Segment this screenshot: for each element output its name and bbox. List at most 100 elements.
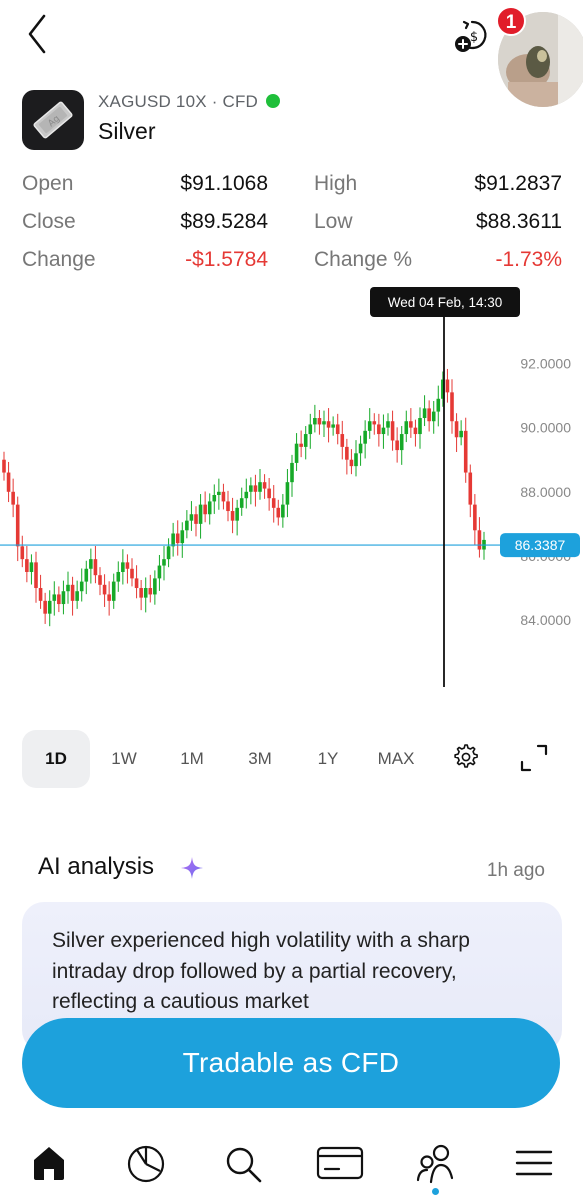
candle-body <box>6 472 11 492</box>
price-alert-button[interactable]: $ <box>452 16 494 56</box>
candle-body <box>217 491 221 495</box>
ai-analysis-time: 1h ago <box>486 860 545 881</box>
range-1m[interactable]: 1M <box>158 730 226 788</box>
candle-body <box>313 418 317 425</box>
stats-row-open-high: Open $91.1068 High $91.2837 <box>22 172 562 210</box>
current-price-tag: 86.3387 <box>500 533 580 558</box>
change-percent-label: Change % <box>314 248 413 271</box>
candle-body <box>29 562 34 572</box>
candle-body <box>326 421 331 428</box>
candle-body <box>171 533 175 547</box>
candle-body <box>308 424 313 435</box>
candle-body <box>267 488 271 499</box>
menu-icon <box>515 1150 553 1176</box>
candle-body <box>459 430 463 438</box>
y-tick-label: 84.0000 <box>520 612 571 628</box>
candle-body <box>340 434 345 447</box>
active-tab-indicator <box>432 1188 439 1195</box>
candle-body <box>61 591 66 605</box>
candle-body <box>15 504 20 547</box>
candle-body <box>148 588 153 595</box>
crosshair-tooltip: Wed 04 Feb, 14:30 <box>370 287 520 317</box>
nav-home[interactable] <box>24 1138 74 1188</box>
candle-body <box>111 581 116 601</box>
range-1d[interactable]: 1D <box>22 730 90 788</box>
nav-cards[interactable] <box>315 1138 365 1188</box>
candle-body <box>431 411 436 422</box>
y-tick-label: 92.0000 <box>520 355 571 371</box>
silver-logo: Ag <box>22 90 84 150</box>
candle-body <box>66 584 70 592</box>
candle-body <box>450 392 454 422</box>
y-tick-label: 88.0000 <box>520 484 571 500</box>
candle-body <box>93 559 98 576</box>
candle-body <box>143 588 148 598</box>
candle-body <box>418 418 422 435</box>
close-label: Close <box>22 210 76 233</box>
open-value: $91.1068 <box>180 172 268 195</box>
candle-body <box>230 511 235 521</box>
candle-body <box>134 578 139 589</box>
portfolio-pie-icon <box>127 1145 165 1183</box>
candle-body <box>130 568 134 579</box>
chevron-left-icon <box>28 14 46 54</box>
candle-body <box>194 514 198 524</box>
range-1y[interactable]: 1Y <box>294 730 362 788</box>
price-alert-icon: $ <box>455 20 487 52</box>
candle-body <box>377 424 381 435</box>
fullscreen-button[interactable] <box>520 744 548 772</box>
price-chart[interactable]: 92.000090.000088.000086.000084.0000 86.3… <box>0 285 583 700</box>
chart-settings-button[interactable] <box>450 742 480 772</box>
candle-body <box>11 491 15 505</box>
back-button[interactable] <box>18 12 58 56</box>
candle-body <box>367 421 372 431</box>
candle-body <box>70 584 75 601</box>
notification-badge: 1 <box>496 6 526 36</box>
candle-body <box>47 600 52 614</box>
candle-body <box>189 514 194 521</box>
candlestick-chart[interactable]: 92.000090.000088.000086.000084.0000 86.3… <box>0 285 583 700</box>
candle-body <box>57 594 61 605</box>
range-1w[interactable]: 1W <box>90 730 158 788</box>
ai-analysis-text: Silver experienced high volatility with … <box>52 929 470 1013</box>
candle-body <box>473 504 477 531</box>
search-icon <box>226 1147 262 1183</box>
candle-body <box>349 459 354 467</box>
candle-body <box>207 501 212 515</box>
candle-body <box>20 546 25 560</box>
candle-body <box>303 434 308 447</box>
nav-menu[interactable] <box>509 1138 559 1188</box>
candle-body <box>107 594 111 601</box>
candle-body <box>468 472 473 505</box>
candle-body <box>212 495 217 502</box>
change-value: -$1.5784 <box>185 248 268 271</box>
open-label: Open <box>22 172 74 195</box>
candle-body <box>235 507 239 521</box>
bottom-navigation <box>0 1130 583 1200</box>
candle-body <box>125 562 130 569</box>
community-icon <box>416 1144 454 1184</box>
candle-body <box>413 427 418 435</box>
candle-body <box>271 498 276 508</box>
stats-row-close-low: Close $89.5284 Low $88.3611 <box>22 210 562 248</box>
nav-search[interactable] <box>218 1138 268 1188</box>
range-3m[interactable]: 3M <box>226 730 294 788</box>
candle-body <box>75 591 79 601</box>
candle-body <box>276 507 281 518</box>
candle-body <box>345 446 349 460</box>
candle-body <box>38 588 43 601</box>
time-range-selector: 1D 1W 1M 3M 1Y MAX <box>22 728 562 788</box>
candle-body <box>25 559 29 572</box>
home-icon <box>34 1147 64 1180</box>
candle-body <box>395 440 399 451</box>
candle-body <box>98 575 102 585</box>
candle-body <box>203 504 207 515</box>
nav-community[interactable] <box>411 1138 461 1188</box>
candle-body <box>354 453 358 467</box>
range-max[interactable]: MAX <box>362 730 430 788</box>
card-icon <box>316 1146 364 1180</box>
candle-body <box>52 594 57 601</box>
nav-portfolio[interactable] <box>121 1138 171 1188</box>
candle-body <box>422 408 427 419</box>
tradable-as-cfd-button[interactable]: Tradable as CFD <box>22 1018 560 1108</box>
